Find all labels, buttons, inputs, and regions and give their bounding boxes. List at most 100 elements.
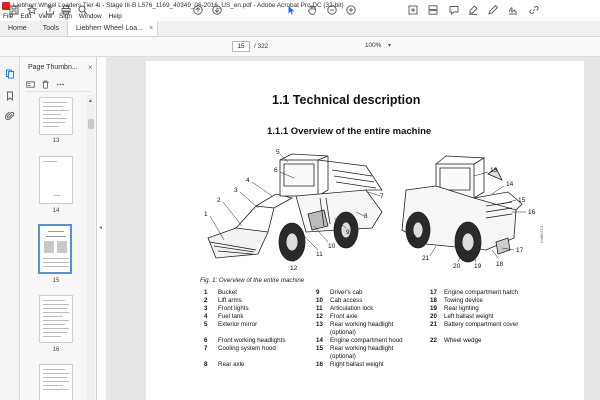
callout-number: 5 xyxy=(276,149,280,156)
main-toolbar xyxy=(0,37,600,57)
legend-item: 12 Front axle xyxy=(316,313,358,320)
thumbnail-page-number: 14 xyxy=(52,208,60,214)
legend-item: 21 Battery compartment cover xyxy=(430,321,519,328)
trash-icon xyxy=(42,80,49,89)
pen-icon xyxy=(488,5,498,15)
legend-item: 1 Bucket xyxy=(204,289,237,296)
legend-item: 13 Rear working headlight xyxy=(316,321,394,328)
comment-button[interactable] xyxy=(448,4,460,16)
callout-number: 1 xyxy=(204,211,208,218)
legend-item: 10 Cab access xyxy=(316,297,363,304)
legend-item: 4 Fuel tank xyxy=(204,313,244,320)
next-page-button[interactable] xyxy=(211,4,223,16)
callout-number: 15 xyxy=(518,197,526,204)
tab-bar: Home Tools Liebherr Wheel Loa... × xyxy=(0,21,600,37)
sign-button[interactable] xyxy=(507,4,519,16)
callout-number: 6 xyxy=(274,167,278,174)
callout-number: 4 xyxy=(246,177,250,184)
callout-number: 9 xyxy=(346,229,350,236)
bookmarks-button[interactable] xyxy=(4,90,16,102)
page-thumbnail[interactable] xyxy=(39,97,73,135)
subsection-heading: 1.1.1 Overview of the entire machine xyxy=(267,126,432,137)
section-heading: 1.1 Technical description xyxy=(272,93,421,107)
legend-item: 5 Exterior mirror xyxy=(204,321,258,328)
find-button[interactable] xyxy=(77,4,89,16)
delete-page-button[interactable] xyxy=(41,80,50,89)
page-thumbnails-button[interactable] xyxy=(4,68,16,80)
signature-icon xyxy=(508,7,517,15)
search-icon xyxy=(78,5,88,15)
save-icon xyxy=(9,5,19,15)
highlight-button[interactable] xyxy=(467,4,479,16)
star-icon xyxy=(27,5,37,15)
more-options-button[interactable] xyxy=(56,80,65,89)
save-button[interactable] xyxy=(8,4,20,16)
thumbnail-page-number: 16 xyxy=(52,347,60,353)
upload-icon xyxy=(46,5,54,15)
scroll-up-arrow-icon[interactable]: ▲ xyxy=(88,98,93,104)
page-thumbnail[interactable] xyxy=(39,364,73,400)
select-tool-button[interactable] xyxy=(285,4,297,16)
callout-number: 13 xyxy=(490,167,498,174)
draw-button[interactable] xyxy=(487,4,499,16)
legend-item: 11 Articulation lock xyxy=(316,305,374,312)
panel-scrollbar-thumb[interactable] xyxy=(88,119,94,129)
scroll-mode-button[interactable] xyxy=(427,4,439,16)
thumbnail-options-button[interactable] xyxy=(26,80,35,89)
legend-item: 8 Rear axle xyxy=(204,361,245,368)
zoom-in-button[interactable] xyxy=(345,4,357,16)
share-link-button[interactable] xyxy=(528,4,540,16)
callout-number: 18 xyxy=(496,261,504,268)
tab-document-label: Liebherr Wheel Loa... xyxy=(76,25,143,32)
collapse-panel-arrow-icon[interactable]: ◂ xyxy=(99,224,102,231)
bookmark-icon xyxy=(7,91,13,101)
legend-item: (optional) xyxy=(330,353,356,360)
legend-item: 7 Cooling system hood xyxy=(204,345,276,352)
thumbnail-page-number: 13 xyxy=(52,138,60,144)
callout-number: 11 xyxy=(316,251,323,258)
callout-number: 16 xyxy=(528,209,536,216)
arrow-down-circle-icon xyxy=(212,5,222,15)
share-button[interactable] xyxy=(44,4,56,16)
navigation-rail xyxy=(0,57,20,400)
zoom-out-button[interactable] xyxy=(326,4,338,16)
legend-item: 14 Engine compartment hood xyxy=(316,337,403,344)
callout-number: 7 xyxy=(380,193,384,200)
panel-scrollbar-track[interactable] xyxy=(87,95,95,400)
callout-number: 8 xyxy=(364,213,368,220)
tab-tools[interactable]: Tools xyxy=(35,21,67,36)
legend-item: 3 Front lights xyxy=(204,305,249,312)
page-number-input[interactable]: 15 xyxy=(232,41,250,52)
legend-item: 6 Front working headlights xyxy=(204,337,286,344)
paperclip-icon xyxy=(5,111,15,121)
print-button[interactable] xyxy=(60,4,72,16)
legend-item: 9 Driver's cab xyxy=(316,289,363,296)
plus-circle-icon xyxy=(346,5,356,15)
more-dots-icon xyxy=(56,83,65,86)
callout-number: 22 xyxy=(408,237,416,244)
attachments-button[interactable] xyxy=(4,110,16,122)
menu-help[interactable]: Help xyxy=(109,13,122,20)
fit-page-button[interactable] xyxy=(407,4,419,16)
legend-item: 19 Rear lighting xyxy=(430,305,479,312)
tab-document[interactable]: Liebherr Wheel Loa... × xyxy=(67,21,159,36)
bookmark-star-button[interactable] xyxy=(26,4,38,16)
panel-close-icon[interactable]: × xyxy=(88,63,93,72)
callout-number: 2 xyxy=(217,197,221,204)
callout-number: 12 xyxy=(290,265,298,272)
previous-page-button[interactable] xyxy=(192,4,204,16)
chevron-down-icon[interactable]: ▾ xyxy=(388,42,391,49)
minus-circle-icon xyxy=(327,5,337,15)
link-icon xyxy=(529,6,539,14)
page-thumbnail-selected[interactable] xyxy=(38,224,72,274)
zoom-level-select[interactable]: 100% xyxy=(365,42,381,49)
legend-item: (optional) xyxy=(330,329,356,336)
cursor-arrow-icon xyxy=(288,5,295,15)
page-thumbnail[interactable] xyxy=(39,295,73,343)
callout-number: 19 xyxy=(474,263,482,270)
page-thumbnail[interactable] xyxy=(39,156,73,204)
hand-tool-button[interactable] xyxy=(306,4,318,16)
highlighter-icon xyxy=(469,5,478,15)
tab-home[interactable]: Home xyxy=(0,21,35,36)
tab-close-icon[interactable]: × xyxy=(149,25,153,32)
